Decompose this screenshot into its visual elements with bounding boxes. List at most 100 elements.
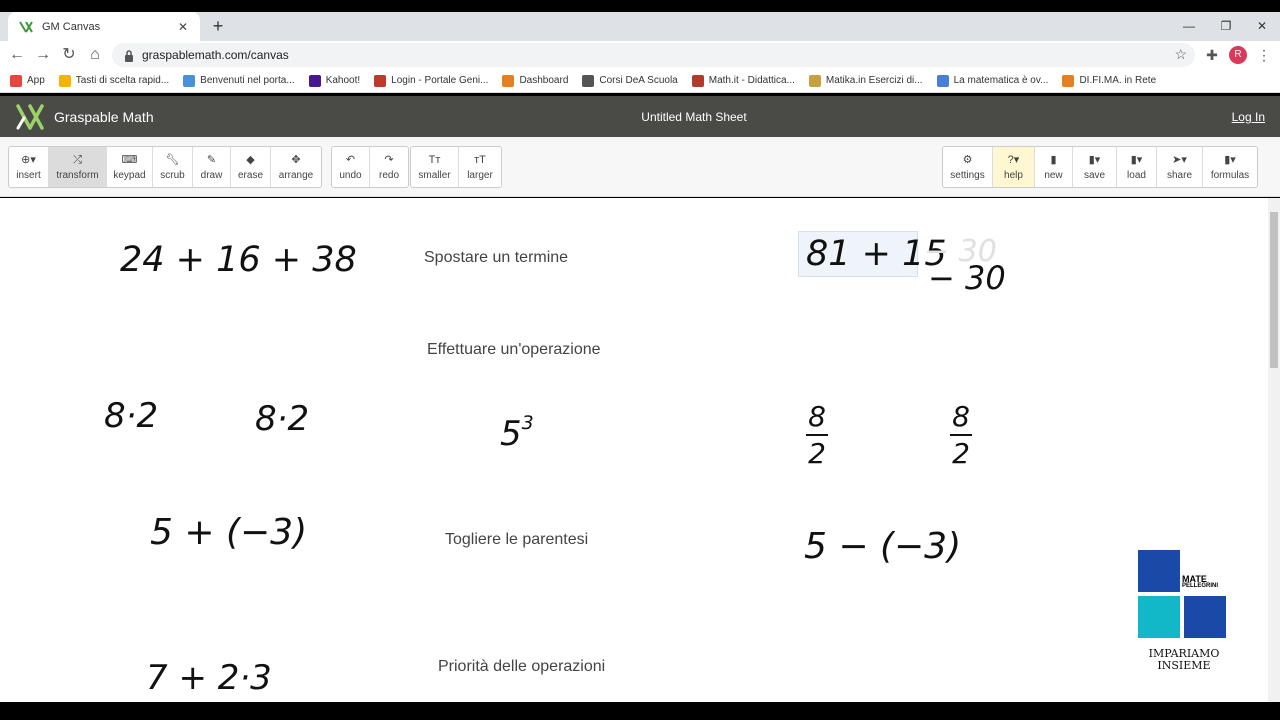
wrench-icon: 🔧︎: [165, 154, 180, 166]
minimize-icon[interactable]: —: [1174, 16, 1204, 36]
tool-transform-button[interactable]: ⤮ transform: [49, 147, 107, 187]
save-icon: ▮▾: [1088, 154, 1101, 166]
bookmark-item[interactable]: La matematica è ov...: [936, 74, 1048, 87]
restore-icon[interactable]: ❐: [1211, 16, 1241, 36]
tool-label: redo: [378, 170, 399, 181]
tool-load-button[interactable]: ▮▾ load: [1117, 147, 1157, 187]
tool-label: draw: [200, 170, 223, 181]
tool-label: arrange: [278, 170, 314, 181]
expression-paren-b[interactable]: 5 − (−3): [804, 526, 961, 567]
canvas-scrollbar[interactable]: [1268, 198, 1280, 702]
tool-label: larger: [467, 170, 493, 181]
bookmark-label: Kahoot!: [325, 75, 361, 86]
tool-help-button[interactable]: ?▾ help: [993, 147, 1035, 187]
bookmark-favicon-icon: [1062, 74, 1075, 87]
bookmark-item[interactable]: Dashboard: [502, 74, 568, 87]
window-close-icon[interactable]: ✕: [1247, 16, 1277, 36]
bookmark-item[interactable]: Matika.in Esercizi di...: [808, 74, 923, 87]
expression-power[interactable]: 53: [500, 411, 534, 454]
reload-icon[interactable]: ↻: [59, 45, 79, 65]
text-larger-icon: тT: [474, 154, 486, 166]
tool-arrange-button[interactable]: ✥ arrange: [271, 147, 321, 187]
tool-label: load: [1127, 170, 1146, 181]
tool-label: settings: [950, 170, 985, 181]
fraction-a[interactable]: 8 2: [806, 400, 828, 470]
tool-group-history: ↶ undo ↷ redo: [331, 146, 409, 188]
expression-priority[interactable]: 7 + 2·3: [146, 658, 272, 698]
tool-insert-button[interactable]: ⊕▾ insert: [9, 147, 49, 187]
expression-product-b[interactable]: 8·2: [255, 399, 309, 439]
redo-icon: ↷: [384, 154, 394, 166]
dragged-term[interactable]: − 30: [928, 259, 1006, 297]
forward-icon[interactable]: →: [33, 45, 53, 65]
undo-icon: ↶: [345, 154, 356, 166]
tool-new-button[interactable]: ▮ new: [1035, 147, 1073, 187]
expression-paren-a[interactable]: 5 + (−3): [150, 512, 307, 553]
bookmark-item[interactable]: Tasti di scelta rapid...: [58, 74, 170, 87]
tool-scrub-button[interactable]: 🔧︎ scrub: [153, 147, 193, 187]
bookmark-item[interactable]: Math.it - Didattica...: [691, 74, 795, 87]
tool-share-button[interactable]: ➤▾ share: [1157, 147, 1203, 187]
tool-settings-button[interactable]: ⚙ settings: [943, 147, 993, 187]
mate-pellegrini-logo: MATE PELLEGRINI IMPARIAMO INSIEME: [1136, 548, 1232, 674]
fraction-b-numerator: 8: [952, 400, 970, 433]
graspable-math-favicon-icon: [18, 19, 34, 35]
tool-label: save: [1083, 170, 1106, 181]
bookmark-item[interactable]: Benvenuti nel porta...: [183, 74, 295, 87]
gear-icon: ⚙: [962, 154, 973, 166]
tool-erase-button[interactable]: ◆ erase: [231, 147, 271, 187]
tool-redo-button[interactable]: ↷ redo: [370, 147, 408, 187]
bookmark-favicon-icon: [308, 74, 321, 87]
bookmark-label: Login - Portale Geni...: [391, 75, 489, 86]
tool-label: smaller: [418, 170, 451, 181]
book-icon: ▮▾: [1224, 154, 1236, 166]
bookmark-favicon-icon: [502, 74, 515, 87]
tool-keypad-button[interactable]: ⌨ keypad: [107, 147, 153, 187]
shuffle-icon: ⤮: [73, 154, 82, 166]
address-bar[interactable]: graspablemath.com/canvas ☆: [112, 43, 1195, 67]
pencil-icon: ✎: [206, 154, 217, 166]
eraser-icon: ◆: [246, 154, 255, 166]
bookmark-favicon-icon: [808, 74, 821, 87]
bookmark-item[interactable]: Kahoot!: [308, 74, 361, 87]
bookmark-item[interactable]: DI.FI.MA. in Rete: [1062, 74, 1156, 87]
expression-sum[interactable]: 24 + 16 + 38: [120, 240, 357, 280]
power-exponent: 3: [521, 411, 534, 434]
label-remove-parens: Togliere le parentesi: [445, 531, 589, 548]
tab-close-icon[interactable]: ✕: [176, 20, 190, 34]
tool-larger-button[interactable]: тT larger: [459, 147, 501, 187]
math-canvas[interactable]: 24 + 16 + 38 Spostare un termine 81 + 15…: [0, 198, 1268, 702]
tab-title: GM Canvas: [42, 20, 101, 33]
profile-avatar[interactable]: R: [1229, 46, 1247, 64]
bookmark-item[interactable]: Login - Portale Geni...: [374, 74, 489, 87]
tool-smaller-button[interactable]: Tт smaller: [411, 147, 459, 187]
tool-save-button[interactable]: ▮▾ save: [1073, 147, 1117, 187]
menu-icon[interactable]: ⋮: [1254, 45, 1274, 65]
tool-formulas-button[interactable]: ▮▾ formulas: [1203, 147, 1257, 187]
sheet-title[interactable]: Untitled Math Sheet: [0, 110, 1280, 124]
bookmark-item[interactable]: App: [10, 74, 45, 87]
bookmark-label: Tasti di scelta rapid...: [75, 75, 170, 86]
tool-group-right: ⚙ settings ?▾ help ▮ new ▮▾ save ▮▾ load ➤▾ share ▮▾…: [942, 146, 1258, 188]
bookmarks-bar: App Tasti di scelta rapid... Benvenuti nel…: [0, 69, 1280, 93]
bookmark-star-icon[interactable]: ☆: [1174, 46, 1187, 63]
expression-product-a[interactable]: 8·2: [104, 396, 158, 436]
label-move-term: Spostare un termine: [424, 249, 569, 266]
toolbar: ⊕▾ insert ⤮ transform ⌨ keypad 🔧︎ scrub ✎ draw ◆ er…: [0, 137, 1280, 197]
bookmark-item[interactable]: Corsi DeA Scuola: [582, 74, 678, 87]
app-header: Graspable Math Untitled Math Sheet Log I…: [0, 96, 1280, 137]
tool-undo-button[interactable]: ↶ undo: [332, 147, 370, 187]
browser-tab[interactable]: GM Canvas ✕: [8, 12, 200, 41]
new-tab-icon[interactable]: +: [208, 16, 228, 36]
screen: GM Canvas ✕ + — ❐ ✕ ← → ↻ ⌂ graspablemat…: [0, 0, 1280, 720]
home-icon[interactable]: ⌂: [85, 45, 105, 65]
bookmark-favicon-icon: [691, 74, 704, 87]
back-icon[interactable]: ←: [7, 45, 27, 65]
fraction-a-numerator: 8: [808, 400, 826, 433]
tool-draw-button[interactable]: ✎ draw: [193, 147, 231, 187]
extensions-icon[interactable]: ✚: [1202, 45, 1222, 65]
scrollbar-thumb[interactable]: [1270, 212, 1278, 368]
login-link[interactable]: Log In: [1232, 110, 1265, 124]
bookmark-favicon-icon: [58, 74, 71, 87]
fraction-b[interactable]: 8 2: [950, 400, 972, 470]
